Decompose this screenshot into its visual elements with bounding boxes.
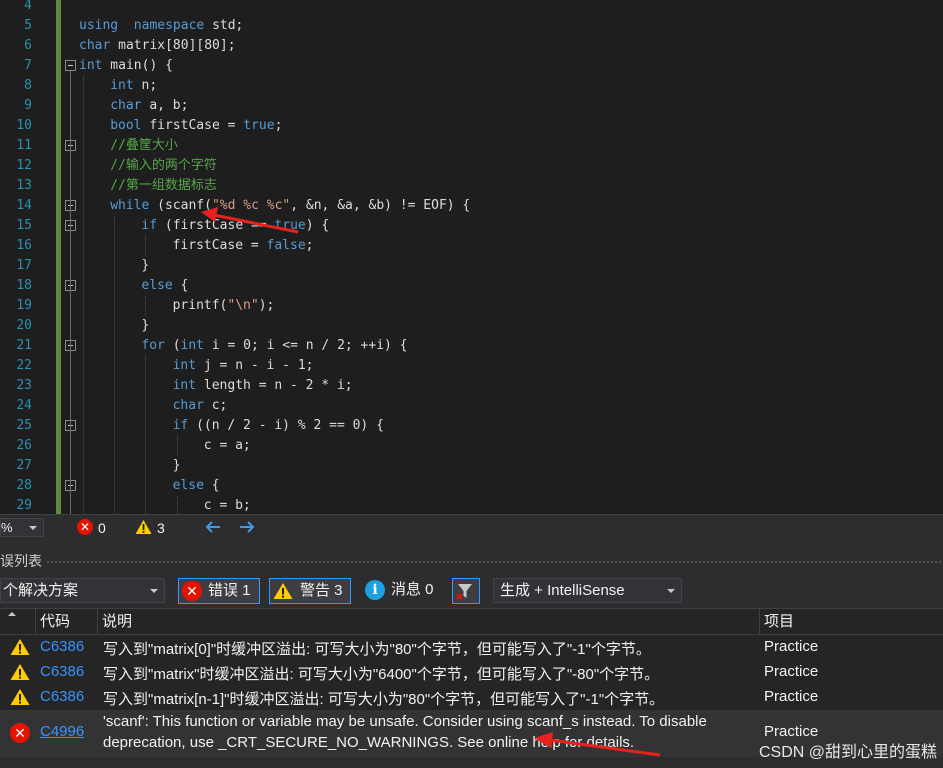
- error-list-toolbar: 个解决方案 ✕ 错误 1 警告 3 i 消息 0 生成 + IntelliSen…: [0, 574, 943, 608]
- error-count-label: 0: [98, 520, 106, 536]
- issue-code-link[interactable]: C6386: [40, 688, 84, 705]
- warning-icon: [135, 520, 152, 534]
- build-filter-value: 生成 + IntelliSense: [500, 582, 625, 599]
- header-project-label: 项目: [764, 613, 795, 630]
- error-icon: ✕: [10, 723, 30, 743]
- fold-region-line: [70, 71, 71, 514]
- warning-icon: [10, 664, 30, 680]
- next-issue-button[interactable]: [238, 519, 256, 537]
- issue-project: Practice: [764, 638, 819, 655]
- zoom-select[interactable]: %: [0, 518, 44, 537]
- panel-drag-handle[interactable]: [46, 560, 943, 564]
- code-editor[interactable]: 4 5 6 7 8 9 10 11 12 13 14 15 16 17 18 19 20 21 22 23 24 25 26…: [0, 0, 943, 514]
- chevron-down-icon: [150, 589, 158, 593]
- scope-select[interactable]: 个解决方案: [0, 578, 165, 603]
- arrow-right-icon: [240, 521, 255, 533]
- errors-filter-button[interactable]: ✕ 错误 1: [178, 578, 260, 604]
- header-description[interactable]: 说明: [97, 609, 759, 634]
- fold-toggle-icon[interactable]: [65, 60, 76, 71]
- messages-filter-label: 消息 0: [391, 581, 434, 598]
- filter-icon: [456, 584, 472, 600]
- annotation-arrow-warning: [534, 732, 661, 757]
- panel-splitter[interactable]: [0, 540, 943, 548]
- header-code[interactable]: 代码: [35, 609, 97, 634]
- header-code-label: 代码: [40, 613, 71, 630]
- issue-description: 写入到"matrix[0]"时缓冲区溢出: 可写大小为"80"个字节，但可能写入…: [103, 641, 651, 658]
- info-icon: i: [365, 580, 385, 600]
- error-list-title-bar: 误列表: [0, 548, 943, 574]
- issue-project: Practice: [764, 688, 819, 705]
- issue-code-link[interactable]: C6386: [40, 638, 84, 655]
- warnings-filter-button[interactable]: 警告 3: [269, 578, 351, 604]
- editor-status-bar: % ✕ 0 3: [0, 514, 943, 540]
- warning-icon: [10, 689, 30, 705]
- chevron-down-icon: [29, 526, 37, 530]
- messages-filter-button[interactable]: i 消息 0: [362, 578, 444, 604]
- error-icon: ✕: [182, 581, 202, 601]
- header-project[interactable]: 项目: [759, 609, 943, 634]
- build-filter-select[interactable]: 生成 + IntelliSense: [493, 578, 682, 603]
- table-row[interactable]: C6386 写入到"matrix[n-1]"时缓冲区溢出: 可写大小为"80"个…: [0, 685, 943, 710]
- chevron-down-icon: [667, 589, 675, 593]
- header-description-label: 说明: [102, 613, 133, 630]
- warning-icon: [273, 583, 293, 599]
- watermark: CSDN @甜到心里的蛋糕: [758, 744, 937, 761]
- table-row[interactable]: C6386 写入到"matrix"时缓冲区溢出: 可写大小为"6400"个字节，…: [0, 660, 943, 685]
- annotation-arrow-scanf: [213, 213, 299, 234]
- errors-filter-label: 错误 1: [208, 582, 251, 599]
- scope-value: 个解决方案: [3, 582, 79, 599]
- header-severity[interactable]: [0, 609, 35, 634]
- issue-description: 写入到"matrix"时缓冲区溢出: 可写大小为"6400"个字节，但可能写入了…: [103, 666, 660, 683]
- sort-icon: [8, 612, 16, 616]
- warning-count-label: 3: [157, 520, 165, 536]
- arrow-left-icon: [205, 521, 220, 533]
- table-row[interactable]: C6386 写入到"matrix[0]"时缓冲区溢出: 可写大小为"80"个字节…: [0, 635, 943, 660]
- panel-title: 误列表: [0, 553, 42, 569]
- issue-description: 写入到"matrix[n-1]"时缓冲区溢出: 可写大小为"80"个字节，但可能…: [103, 691, 665, 708]
- warning-icon: [10, 639, 30, 655]
- error-icon: ✕: [77, 519, 93, 535]
- issue-code-link[interactable]: C6386: [40, 663, 84, 680]
- zoom-value: %: [1, 520, 13, 535]
- issue-project: Practice: [764, 663, 819, 680]
- filter-toggle-button[interactable]: [452, 578, 480, 604]
- error-list-header: 代码 说明 项目: [0, 608, 943, 635]
- issue-code-link[interactable]: C4996: [40, 723, 84, 740]
- previous-issue-button[interactable]: [204, 519, 222, 537]
- warnings-filter-label: 警告 3: [300, 582, 343, 599]
- annotation-arrow-scanf-head: [201, 207, 218, 222]
- annotation-arrows: [201, 207, 299, 234]
